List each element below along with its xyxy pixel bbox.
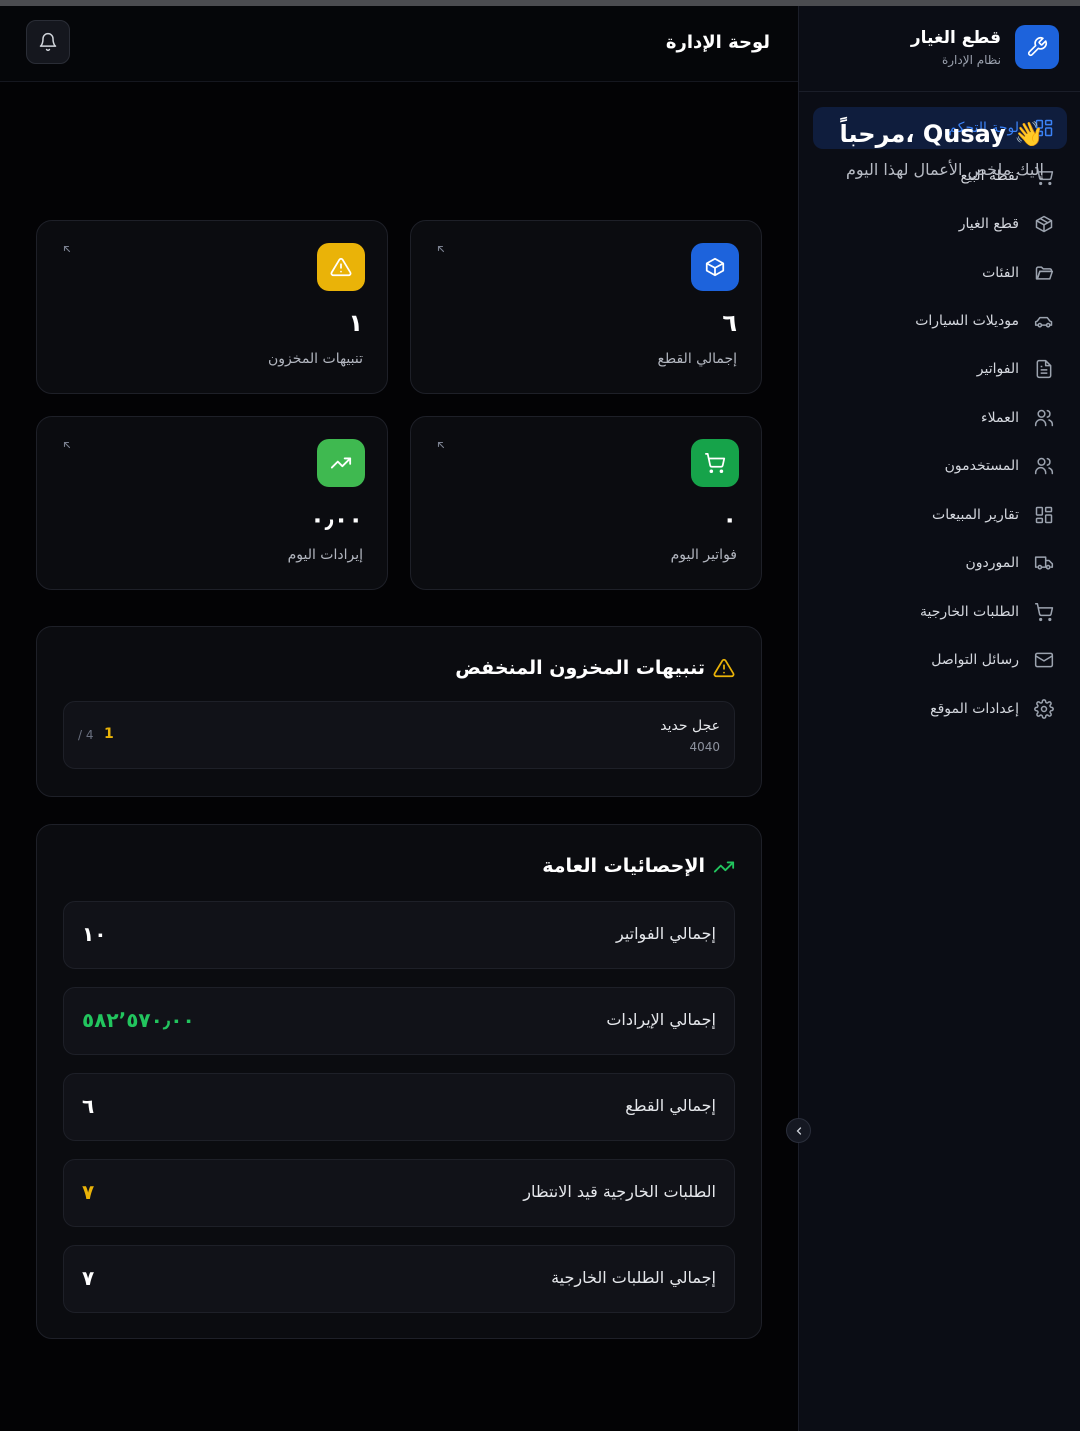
sidebar-item-suppliers[interactable]: الموردون [813,542,1067,584]
card-label: تنبيهات المخزون [268,351,363,367]
card-value: ٦ [722,309,737,337]
stat-row-total-revenue: إجمالي الإيرادات ٥٨٢٬٥٧٠٫٠٠ [63,987,735,1055]
arrow-up-left-icon [435,439,447,451]
stat-value: ٥٨٢٬٥٧٠٫٠٠ [82,1008,195,1032]
part-code: 4040 [689,740,720,754]
sidebar-item-label: الموردون [965,555,1019,571]
folder-icon [1033,262,1055,284]
stat-row-total-parts: إجمالي القطع ٦ [63,1073,735,1141]
document-icon [1033,358,1055,380]
welcome-title: مرحباً، Qusay 👋 [839,120,1045,148]
brand: قطع الغيار نظام الإدارة [799,6,1080,92]
brand-subtitle: نظام الإدارة [941,53,1001,67]
stat-label: إجمالي الفواتير [616,924,716,943]
brand-title: قطع الغيار [910,28,1001,48]
sidebar-item-invoices[interactable]: الفواتير [813,348,1067,390]
card-value: ١ [348,309,363,337]
stat-label: إجمالي الإيرادات [606,1010,716,1029]
warning-icon [713,657,735,679]
card-label: إجمالي القطع [657,351,737,367]
stat-row-total-invoices: إجمالي الفواتير ١٠ [63,901,735,969]
wrench-icon [1015,25,1059,69]
car-icon [1033,310,1055,332]
arrow-up-left-icon [435,243,447,255]
sidebar: قطع الغيار نظام الإدارة لوحة التحكم نقطة… [798,6,1080,1431]
stat-row-total-external-orders: إجمالي الطلبات الخارجية ٧ [63,1245,735,1313]
box-icon [1033,213,1055,235]
arrow-up-left-icon [61,439,73,451]
sidebar-item-label: الفئات [982,265,1019,281]
warning-icon [317,243,365,291]
truck-icon [1033,552,1055,574]
welcome-subtitle: إليك ملخص الأعمال لهذا اليوم [845,160,1044,179]
sidebar-item-label: الفواتير [976,361,1019,377]
sidebar-item-external-orders[interactable]: الطلبات الخارجية [813,591,1067,633]
users-icon [1033,455,1055,477]
stat-value: ١٠ [82,922,107,946]
bell-icon [38,32,58,52]
notifications-button[interactable] [26,20,70,64]
sidebar-item-label: المستخدمون [944,458,1019,474]
sidebar-item-messages[interactable]: رسائل التواصل [813,639,1067,681]
arrow-up-left-icon [61,243,73,255]
stat-card-total-parts[interactable]: ٦ إجمالي القطع [410,220,762,394]
general-stats-title: الإحصائيات العامة [542,855,705,877]
card-label: فواتير اليوم [670,547,737,563]
stat-value: ٦ [82,1094,95,1118]
part-min-quantity: / 4 [78,728,94,742]
low-stock-panel: تنبيهات المخزون المنخفض عجل حديد 4040 1 … [36,626,762,797]
stat-card-stock-alerts[interactable]: ١ تنبيهات المخزون [36,220,388,394]
sidebar-item-users[interactable]: المستخدمون [813,445,1067,487]
card-value: ٠ [722,505,737,533]
sidebar-item-site-settings[interactable]: إعدادات الموقع [813,688,1067,730]
sidebar-item-label: تقارير المبيعات [932,507,1019,523]
sidebar-item-parts[interactable]: قطع الغيار [813,203,1067,245]
sidebar-item-categories[interactable]: الفئات [813,252,1067,294]
sidebar-item-label: رسائل التواصل [931,652,1019,668]
page-title: لوحة الإدارة [665,32,770,53]
mail-icon [1033,649,1055,671]
stat-value: ٧ [82,1180,95,1204]
sidebar-item-label: إعدادات الموقع [930,701,1019,717]
sidebar-item-sales-reports[interactable]: تقارير المبيعات [813,494,1067,536]
stat-value: ٧ [82,1266,95,1290]
users-icon [1033,407,1055,429]
part-name: عجل حديد [660,718,720,734]
stat-row-pending-external-orders: الطلبات الخارجية قيد الانتظار ٧ [63,1159,735,1227]
general-stats-panel: الإحصائيات العامة إجمالي الفواتير ١٠ إجم… [36,824,762,1339]
low-stock-title: تنبيهات المخزون المنخفض [455,657,705,679]
part-quantity: 1 [104,726,114,742]
sidebar-collapse-button[interactable] [786,1118,811,1143]
gear-icon [1033,698,1055,720]
cart-icon [1033,601,1055,623]
sidebar-item-label: الطلبات الخارجية [920,604,1019,620]
trending-up-icon [713,856,735,878]
top-header: لوحة الإدارة [0,6,798,82]
chevron-left-icon [793,1125,805,1137]
list-item[interactable]: عجل حديد 4040 1 / 4 [63,701,735,769]
stat-label: الطلبات الخارجية قيد الانتظار [523,1182,716,1201]
sidebar-item-car-models[interactable]: موديلات السيارات [813,300,1067,342]
trending-up-icon [317,439,365,487]
grid-icon [1033,504,1055,526]
sidebar-item-label: قطع الغيار [958,216,1019,232]
card-label: إيرادات اليوم [287,547,363,563]
stat-label: إجمالي القطع [625,1096,716,1115]
box-icon [691,243,739,291]
card-value: ٠٫٠٠ [310,505,363,533]
stat-card-today-revenue[interactable]: ٠٫٠٠ إيرادات اليوم [36,416,388,590]
cart-icon [691,439,739,487]
sidebar-item-label: العملاء [981,410,1019,426]
stat-label: إجمالي الطلبات الخارجية [551,1268,716,1287]
stat-card-today-invoices[interactable]: ٠ فواتير اليوم [410,416,762,590]
sidebar-item-customers[interactable]: العملاء [813,397,1067,439]
sidebar-item-label: موديلات السيارات [915,313,1019,329]
